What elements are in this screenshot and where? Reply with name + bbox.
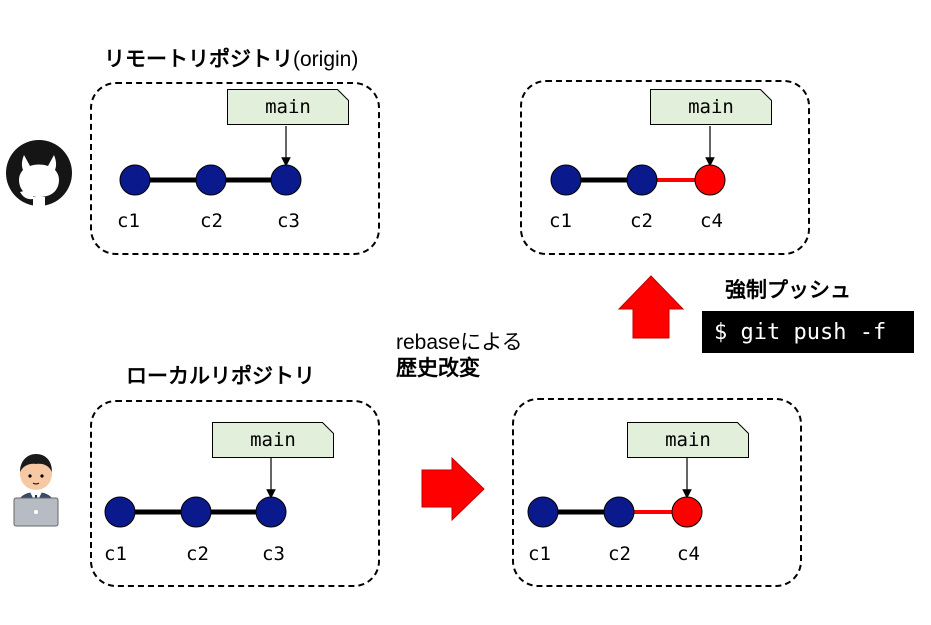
commit-label-c1: c1 (104, 543, 127, 565)
commit-c2 (195, 164, 227, 196)
commit-label-c1: c1 (117, 210, 140, 232)
commit-c4 (671, 496, 703, 528)
folded-corner-icon (337, 89, 349, 101)
folded-corner-icon (760, 89, 772, 101)
commit-label-c1: c1 (549, 210, 572, 232)
commit-c3 (255, 496, 287, 528)
github-icon (6, 140, 72, 206)
branch-tag-label: main (250, 429, 296, 451)
commit-label-c2: c2 (186, 543, 209, 565)
branch-tag-label: main (665, 429, 711, 451)
up-arrow-icon (617, 275, 685, 339)
branch-tag-main: main (227, 89, 349, 125)
local-after-graph (527, 458, 703, 528)
remote-before-graph (119, 126, 302, 196)
commit-c2 (626, 164, 658, 196)
user-laptop-icon (13, 454, 59, 527)
branch-tag-main: main (650, 89, 772, 125)
branch-tag-label: main (265, 96, 311, 118)
local-before-graph (104, 458, 287, 528)
branch-tag-main: main (212, 422, 334, 458)
commit-c1 (104, 496, 136, 528)
commit-c1 (550, 164, 582, 196)
commit-c2 (603, 496, 635, 528)
commit-c4 (694, 164, 726, 196)
commit-label-c2: c2 (608, 543, 631, 565)
folded-corner-icon (322, 422, 334, 434)
commit-label-c4: c4 (700, 210, 723, 232)
commit-c2 (180, 496, 212, 528)
folded-corner-icon (737, 422, 749, 434)
commit-label-c3: c3 (277, 210, 300, 232)
commit-label-c4: c4 (677, 543, 700, 565)
commit-c1 (119, 164, 151, 196)
git-graph (6, 126, 726, 528)
branch-tag-label: main (688, 96, 734, 118)
commit-label-c2: c2 (200, 210, 223, 232)
right-arrow-icon (421, 456, 485, 522)
commit-label-c3: c3 (262, 543, 285, 565)
branch-tag-main: main (627, 422, 749, 458)
commit-label-c2: c2 (630, 210, 653, 232)
commit-label-c1: c1 (528, 543, 551, 565)
remote-after-graph (550, 126, 726, 196)
commit-c1 (527, 496, 559, 528)
commit-c3 (270, 164, 302, 196)
